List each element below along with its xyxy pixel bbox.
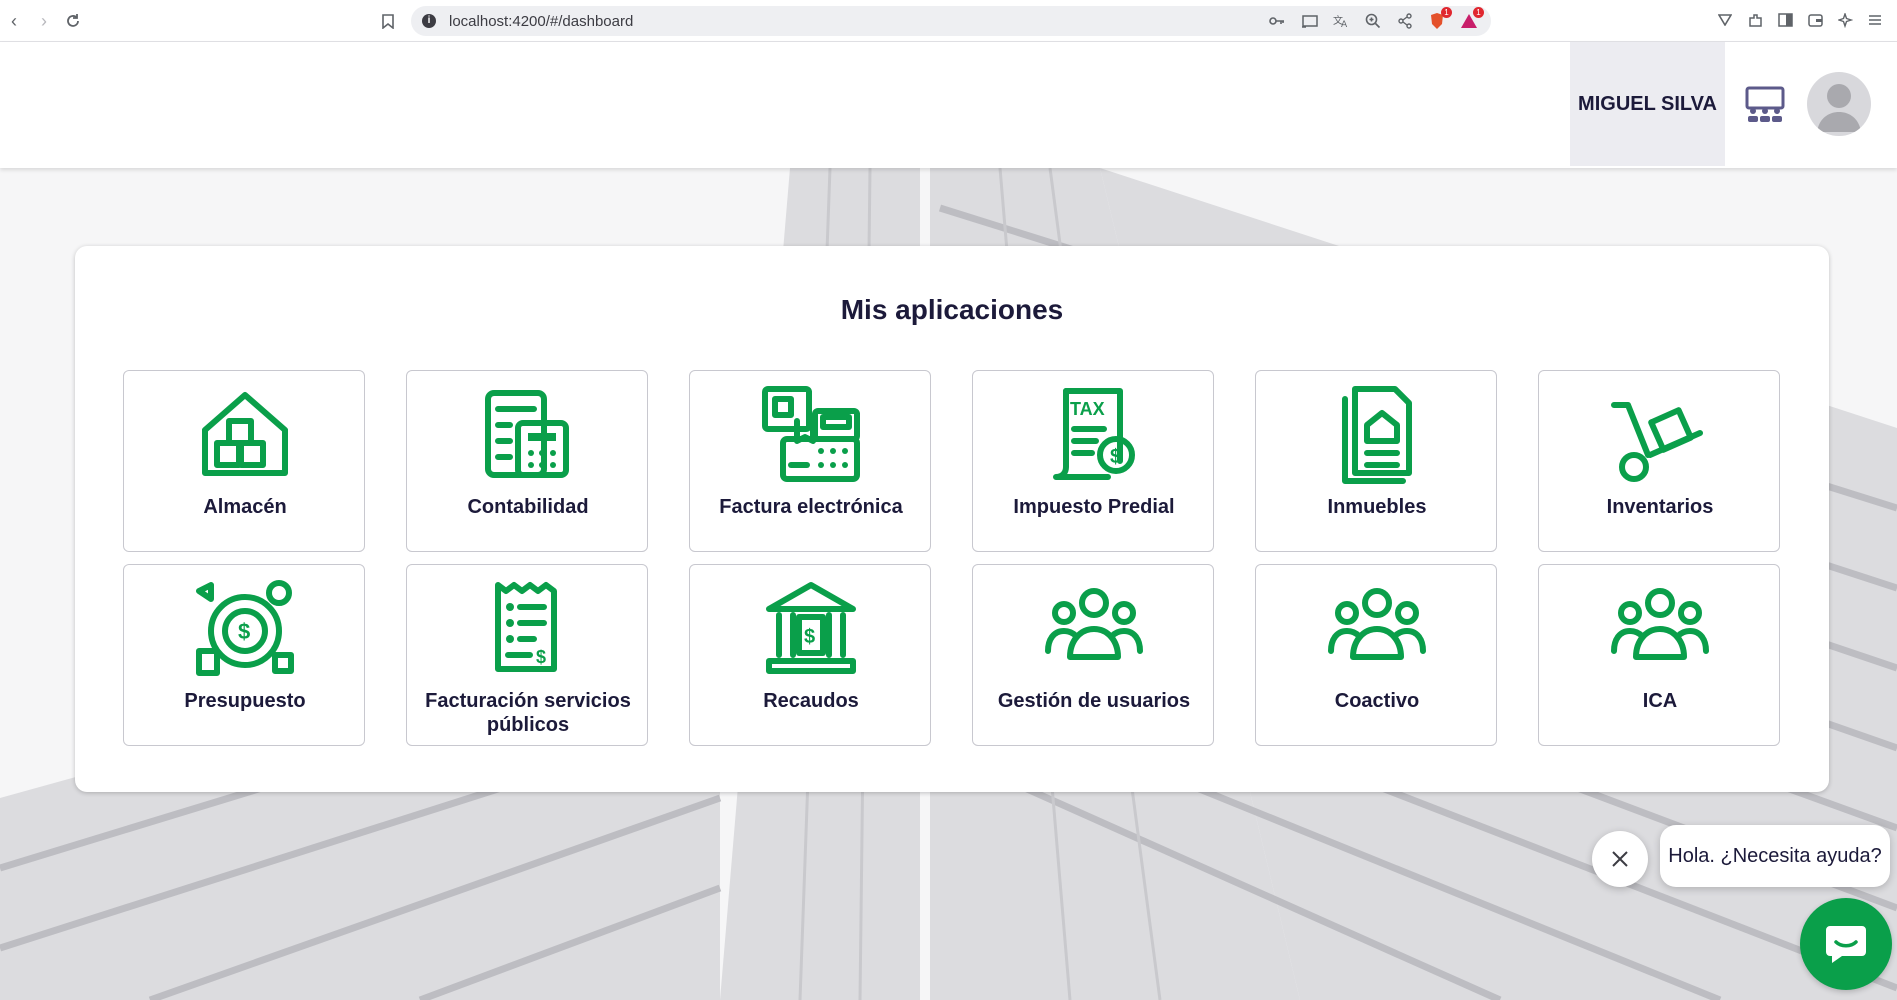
app-tile-coactivo[interactable]: Coactivo xyxy=(1255,564,1497,746)
svg-text:$: $ xyxy=(536,647,546,667)
app-tile-impuesto-predial[interactable]: TAX $ Impuesto Predial xyxy=(972,370,1214,552)
rewards-badge: 1 xyxy=(1473,7,1484,18)
browser-toolbar: ‹ › i localhost:4200/#/dashboard 文A 1 1 xyxy=(0,0,1897,42)
app-tile-contabilidad[interactable]: Contabilidad xyxy=(406,370,648,552)
svg-text:TAX: TAX xyxy=(1070,399,1105,419)
app-label: Facturación servicios públicos xyxy=(425,690,631,736)
app-tile-gestion-usuarios[interactable]: Gestión de usuarios xyxy=(972,564,1214,746)
chat-greeting[interactable]: Hola. ¿Necesita ayuda? xyxy=(1660,825,1890,887)
app-label: Inmuebles xyxy=(1327,496,1427,518)
app-tile-facturacion-servicios[interactable]: $ Facturación servicios públicos xyxy=(406,564,648,746)
app-label: Coactivo xyxy=(1334,690,1420,712)
rewards-icon[interactable]: 1 xyxy=(1457,7,1484,32)
app-header: MIGUEL SILVA xyxy=(0,42,1897,168)
extensions-icon[interactable] xyxy=(1745,9,1765,31)
cash-register-icon xyxy=(762,386,860,482)
chat-close-button[interactable] xyxy=(1592,831,1648,887)
app-label: Almacén xyxy=(203,496,287,518)
app-tile-inmuebles[interactable]: Inmuebles xyxy=(1255,370,1497,552)
leo-ai-icon[interactable] xyxy=(1835,9,1855,31)
vpn-icon[interactable] xyxy=(1715,9,1735,31)
svg-text:A: A xyxy=(1341,20,1348,28)
back-icon[interactable]: ‹ xyxy=(2,9,26,33)
app-tile-ica[interactable]: ICA xyxy=(1538,564,1780,746)
user-name: MIGUEL SILVA xyxy=(1578,92,1717,115)
share-icon[interactable] xyxy=(1393,10,1417,32)
tax-document-icon: TAX $ xyxy=(1053,388,1135,480)
hand-truck-icon xyxy=(1611,402,1703,482)
bank-icon: $ xyxy=(766,582,856,674)
app-label: Inventarios xyxy=(1606,496,1714,518)
user-menu[interactable]: MIGUEL SILVA xyxy=(1570,42,1725,166)
chat-launcher-button[interactable] xyxy=(1800,898,1892,990)
brave-shield-icon[interactable]: 1 xyxy=(1425,7,1452,32)
budget-icon: $ xyxy=(196,580,294,676)
url-text[interactable]: localhost:4200/#/dashboard xyxy=(449,13,633,30)
close-icon xyxy=(1612,851,1628,867)
translate-icon[interactable]: 文A xyxy=(1329,10,1353,32)
svg-text:$: $ xyxy=(238,619,250,644)
chat-icon xyxy=(1826,926,1866,963)
site-info-icon[interactable]: i xyxy=(422,14,436,28)
calculator-icon xyxy=(485,390,569,478)
svg-text:$: $ xyxy=(1110,446,1121,468)
app-label: Recaudos xyxy=(763,690,859,712)
zoom-icon[interactable] xyxy=(1361,10,1385,32)
app-label: Impuesto Predial xyxy=(1013,496,1175,518)
app-tile-recaudos[interactable]: $ Recaudos xyxy=(689,564,931,746)
applications-card: Mis aplicaciones Almacén Contabilidad Fa… xyxy=(75,246,1829,792)
users-icon xyxy=(1611,588,1709,660)
avatar[interactable] xyxy=(1807,72,1871,136)
menu-icon[interactable] xyxy=(1865,9,1885,31)
app-label: Gestión de usuarios xyxy=(997,690,1191,712)
reload-icon[interactable] xyxy=(61,9,85,33)
app-tile-factura-electronica[interactable]: Factura electrónica xyxy=(689,370,931,552)
organization-icon[interactable] xyxy=(1745,84,1785,124)
property-document-icon xyxy=(1342,386,1412,484)
sidebar-icon[interactable] xyxy=(1775,9,1795,31)
users-icon xyxy=(1045,588,1143,660)
cast-icon[interactable] xyxy=(1297,10,1321,32)
wallet-icon[interactable] xyxy=(1805,9,1825,31)
app-tile-presupuesto[interactable]: $ Presupuesto xyxy=(123,564,365,746)
app-tile-almacen[interactable]: Almacén xyxy=(123,370,365,552)
app-label: Factura electrónica xyxy=(719,496,903,518)
app-label: Contabilidad xyxy=(467,496,589,518)
app-label: ICA xyxy=(1642,690,1678,712)
forward-icon[interactable]: › xyxy=(32,9,56,33)
app-tile-inventarios[interactable]: Inventarios xyxy=(1538,370,1780,552)
svg-text:$: $ xyxy=(804,626,815,648)
users-icon xyxy=(1328,588,1426,660)
warehouse-icon xyxy=(202,392,288,476)
address-bar[interactable]: i localhost:4200/#/dashboard 文A 1 1 xyxy=(411,6,1491,36)
bill-icon: $ xyxy=(495,582,557,672)
app-label: Presupuesto xyxy=(184,690,306,712)
brave-badge: 1 xyxy=(1441,7,1452,18)
page-title: Mis aplicaciones xyxy=(840,294,1064,325)
key-icon[interactable] xyxy=(1265,10,1289,32)
bookmark-icon[interactable] xyxy=(376,9,400,33)
